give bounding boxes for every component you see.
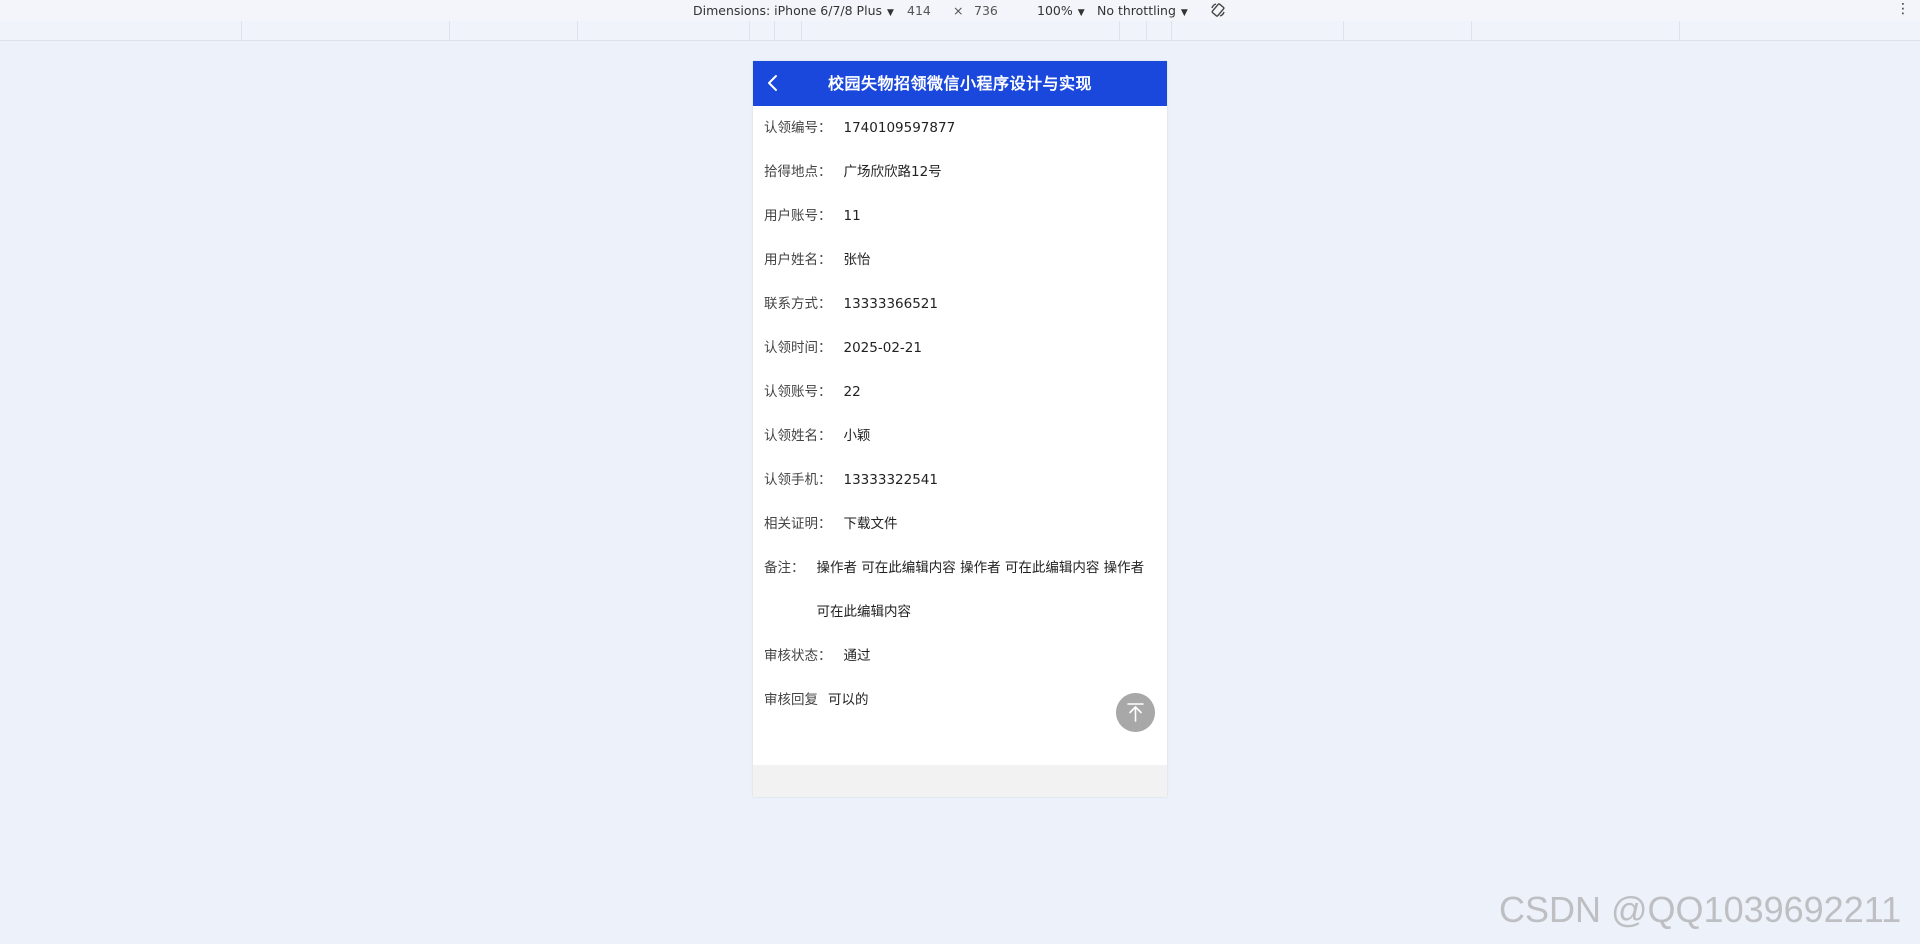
more-options-icon[interactable]: ⋮ (1896, 1, 1910, 17)
ruler-tick (241, 21, 242, 40)
detail-row-claim-phone: 认领手机： 13333322541 (753, 458, 1167, 502)
detail-row-claim-time: 认领时间： 2025-02-21 (753, 326, 1167, 370)
detail-label: 备注： (764, 560, 805, 576)
ruler-tick (749, 21, 750, 40)
detail-value: 1740109597877 (843, 120, 956, 136)
detail-label: 认领账号： (764, 384, 832, 400)
ruler-tick (577, 21, 578, 40)
throttling-dropdown[interactable]: No throttling ▼ (1097, 3, 1188, 18)
ruler-tick (801, 21, 802, 40)
detail-row-claim-account: 认领账号： 22 (753, 370, 1167, 414)
remark-text: 操作者 可在此编辑内容 操作者 可在此编辑内容 操作者 可在此编辑内容 (816, 560, 1145, 620)
dimension-separator: × (953, 3, 964, 18)
ruler-tick (1171, 21, 1172, 40)
detail-value: 22 (843, 384, 861, 400)
detail-value: 11 (843, 208, 861, 224)
page-title: 校园失物招领微信小程序设计与实现 (827, 74, 1092, 93)
detail-label: 拾得地点： (764, 164, 832, 180)
detail-row-claim-name: 认领姓名： 小颖 (753, 414, 1167, 458)
viewport-height-input[interactable]: 736 (974, 3, 998, 18)
detail-label: 审核回复 (764, 692, 818, 708)
detail-value: 可以的 (828, 692, 869, 708)
device-dimensions-dropdown[interactable]: Dimensions: iPhone 6/7/8 Plus ▼ (693, 3, 894, 18)
detail-value: 2025-02-21 (843, 340, 922, 356)
ruler-tick (1119, 21, 1120, 40)
detail-label: 用户账号： (764, 208, 832, 224)
detail-row-user-account: 用户账号： 11 (753, 194, 1167, 238)
caret-down-icon: ▼ (1180, 8, 1188, 18)
detail-label: 相关证明： (764, 516, 832, 532)
detail-row-found-location: 拾得地点： 广场欣欣路12号 (753, 150, 1167, 194)
viewport-width-input[interactable]: 414 (907, 3, 931, 18)
ruler-tick (1679, 21, 1680, 40)
detail-row-audit-reply: 审核回复 可以的 (753, 678, 1167, 722)
ruler-tick (1343, 21, 1344, 40)
detail-label: 认领姓名： (764, 428, 832, 444)
detail-label: 用户姓名： (764, 252, 832, 268)
ruler-tick (1471, 21, 1472, 40)
zoom-dropdown[interactable]: 100% ▼ (1037, 3, 1085, 18)
phone-viewport: 校园失物招领微信小程序设计与实现 认领编号： 1740109597877 拾得地… (753, 61, 1167, 797)
rotate-icon[interactable] (1210, 2, 1226, 18)
devtools-toolbar: Dimensions: iPhone 6/7/8 Plus ▼ 414 × 736… (0, 0, 1920, 21)
detail-row-user-name: 用户姓名： 张怡 (753, 238, 1167, 282)
bottom-bar (753, 765, 1167, 797)
ruler-tick (1146, 21, 1147, 40)
detail-value: 小颖 (843, 428, 871, 444)
detail-label: 审核状态： (764, 648, 832, 664)
detail-value: 张怡 (843, 252, 871, 268)
claim-detail-list: 认领编号： 1740109597877 拾得地点： 广场欣欣路12号 用户账号：… (753, 106, 1167, 722)
detail-row-proof: 相关证明： 下载文件 (753, 502, 1167, 546)
status-badge: 通过 (843, 648, 871, 664)
detail-label: 认领时间： (764, 340, 832, 356)
caret-down-icon: ▼ (887, 8, 894, 18)
detail-row-claim-id: 认领编号： 1740109597877 (753, 106, 1167, 150)
media-query-ruler (0, 21, 1920, 41)
back-to-top-button[interactable] (1116, 693, 1155, 732)
detail-row-remark: 备注： 操作者 可在此编辑内容 操作者 可在此编辑内容 操作者 可在此编辑内容 (753, 546, 1167, 634)
detail-value: 13333322541 (843, 472, 938, 488)
detail-row-audit-status: 审核状态： 通过 (753, 634, 1167, 678)
ruler-tick (449, 21, 450, 40)
device-dimensions-label: Dimensions: iPhone 6/7/8 Plus (693, 3, 883, 18)
detail-label: 认领手机： (764, 472, 832, 488)
navigation-bar: 校园失物招领微信小程序设计与实现 (753, 61, 1167, 106)
detail-row-contact: 联系方式： 13333366521 (753, 282, 1167, 326)
throttling-label: No throttling (1097, 3, 1176, 18)
download-file-link[interactable]: 下载文件 (844, 502, 898, 546)
detail-label: 联系方式： (764, 296, 832, 312)
watermark: CSDN @QQ1039692211 (1499, 889, 1902, 930)
detail-value: 13333366521 (843, 296, 938, 312)
ruler-tick (774, 21, 775, 40)
detail-value: 广场欣欣路12号 (843, 164, 942, 180)
zoom-label: 100% (1037, 3, 1073, 18)
detail-label: 认领编号： (764, 120, 832, 136)
caret-down-icon: ▼ (1077, 8, 1085, 18)
